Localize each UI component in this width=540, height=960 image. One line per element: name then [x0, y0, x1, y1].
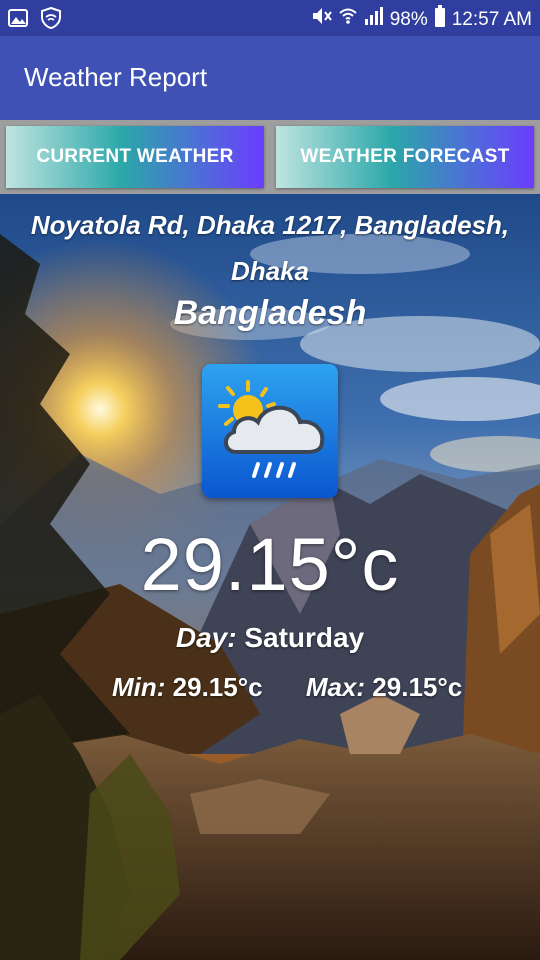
clock: 12:57 AM	[451, 9, 532, 30]
location-address: Noyatola Rd, Dhaka 1217, Bangladesh, Dha…	[10, 202, 530, 294]
app-title: Weather Report	[24, 62, 208, 92]
day-value: Saturday	[244, 622, 365, 653]
max-value: 29.15°c	[372, 672, 463, 702]
battery-icon	[434, 5, 446, 35]
country-name: Bangladesh	[173, 294, 367, 332]
weather-forecast-button[interactable]: WEATHER FORECAST	[276, 126, 534, 188]
address-line: Noyatola Rd, Dhaka 1217, Bangladesh,	[30, 210, 510, 240]
min-label: Min:	[112, 672, 166, 702]
signal-icon	[364, 6, 384, 34]
shield-icon	[40, 6, 62, 34]
image-icon	[8, 9, 28, 32]
min-max-row: Min: 29.15°c Max: 29.15°c	[112, 672, 462, 703]
current-weather-button[interactable]: CURRENT WEATHER	[6, 126, 264, 188]
day-row: Day: Saturday	[0, 622, 540, 654]
status-bar: 98% 12:57 AM	[0, 0, 540, 36]
sun-cloud-rain-icon	[202, 364, 338, 498]
temperature-value: 29.15°c	[140, 523, 400, 606]
city-name: Dhaka	[230, 256, 310, 286]
max-label: Max:	[305, 672, 366, 702]
day-label: Day:	[175, 622, 237, 653]
app-bar: Weather Report	[0, 36, 540, 120]
tab-bar: CURRENT WEATHER WEATHER FORECAST	[0, 120, 540, 194]
wifi-icon	[338, 6, 358, 34]
min-value: 29.15°c	[172, 672, 263, 702]
battery-percent: 98%	[389, 9, 428, 30]
mute-icon	[310, 5, 332, 35]
